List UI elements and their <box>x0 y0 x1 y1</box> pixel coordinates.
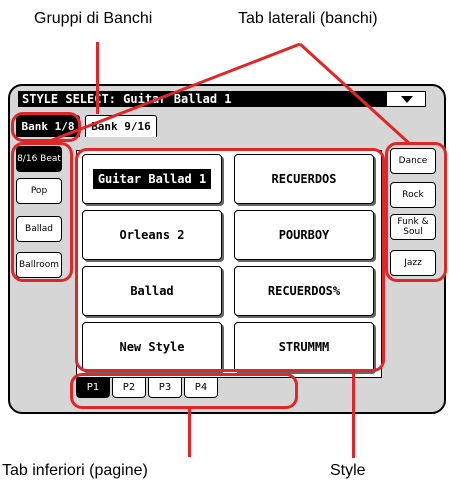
leader-line-left-tabs <box>41 42 301 146</box>
leader-line-right-tabs <box>298 42 412 146</box>
leader-lines-side-tabs <box>41 42 412 146</box>
